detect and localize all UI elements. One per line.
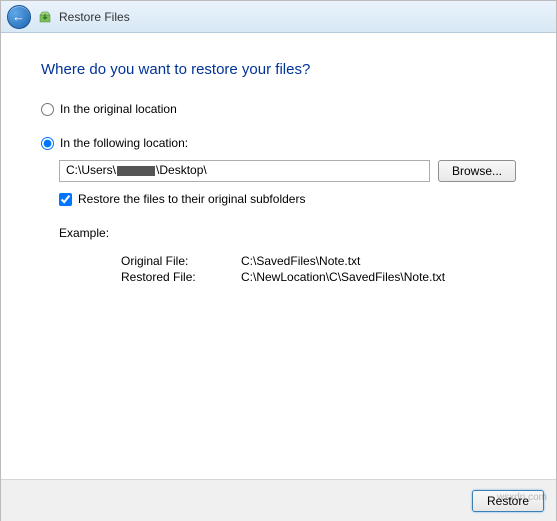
content-area: Where do you want to restore your files?… <box>1 33 556 284</box>
example-restored-label: Restored File: <box>121 270 241 284</box>
subfolders-checkbox-row[interactable]: Restore the files to their original subf… <box>59 192 516 206</box>
radio-following-location[interactable]: In the following location: <box>41 136 516 150</box>
path-suffix: \Desktop\ <box>156 163 207 177</box>
example-original-label: Original File: <box>121 254 241 268</box>
example-restored-value: C:\NewLocation\C\SavedFiles\Note.txt <box>241 270 516 284</box>
radio-original-input[interactable] <box>41 103 54 116</box>
back-arrow-icon: ← <box>12 10 25 23</box>
path-input[interactable]: C:\Users\ \Desktop\ <box>59 160 430 182</box>
radio-original-label: In the original location <box>60 102 177 116</box>
back-button[interactable]: ← <box>7 5 31 29</box>
location-row: C:\Users\ \Desktop\ Browse... <box>59 160 516 182</box>
restore-app-icon <box>37 9 53 25</box>
example-grid: Original File: C:\SavedFiles\Note.txt Re… <box>121 254 516 284</box>
redacted-username <box>117 166 155 176</box>
page-heading: Where do you want to restore your files? <box>41 61 516 78</box>
radio-original-location[interactable]: In the original location <box>41 102 516 116</box>
window-title: Restore Files <box>59 10 130 24</box>
radio-following-label: In the following location: <box>60 136 188 150</box>
example-label: Example: <box>59 226 516 240</box>
subfolders-checkbox[interactable] <box>59 193 72 206</box>
titlebar: ← Restore Files <box>1 1 556 33</box>
footer: Restore <box>1 479 556 521</box>
restore-button[interactable]: Restore <box>472 490 544 512</box>
browse-button[interactable]: Browse... <box>438 160 516 182</box>
subfolders-label: Restore the files to their original subf… <box>78 192 305 206</box>
path-prefix: C:\Users\ <box>66 163 116 177</box>
radio-following-input[interactable] <box>41 137 54 150</box>
example-original-value: C:\SavedFiles\Note.txt <box>241 254 516 268</box>
